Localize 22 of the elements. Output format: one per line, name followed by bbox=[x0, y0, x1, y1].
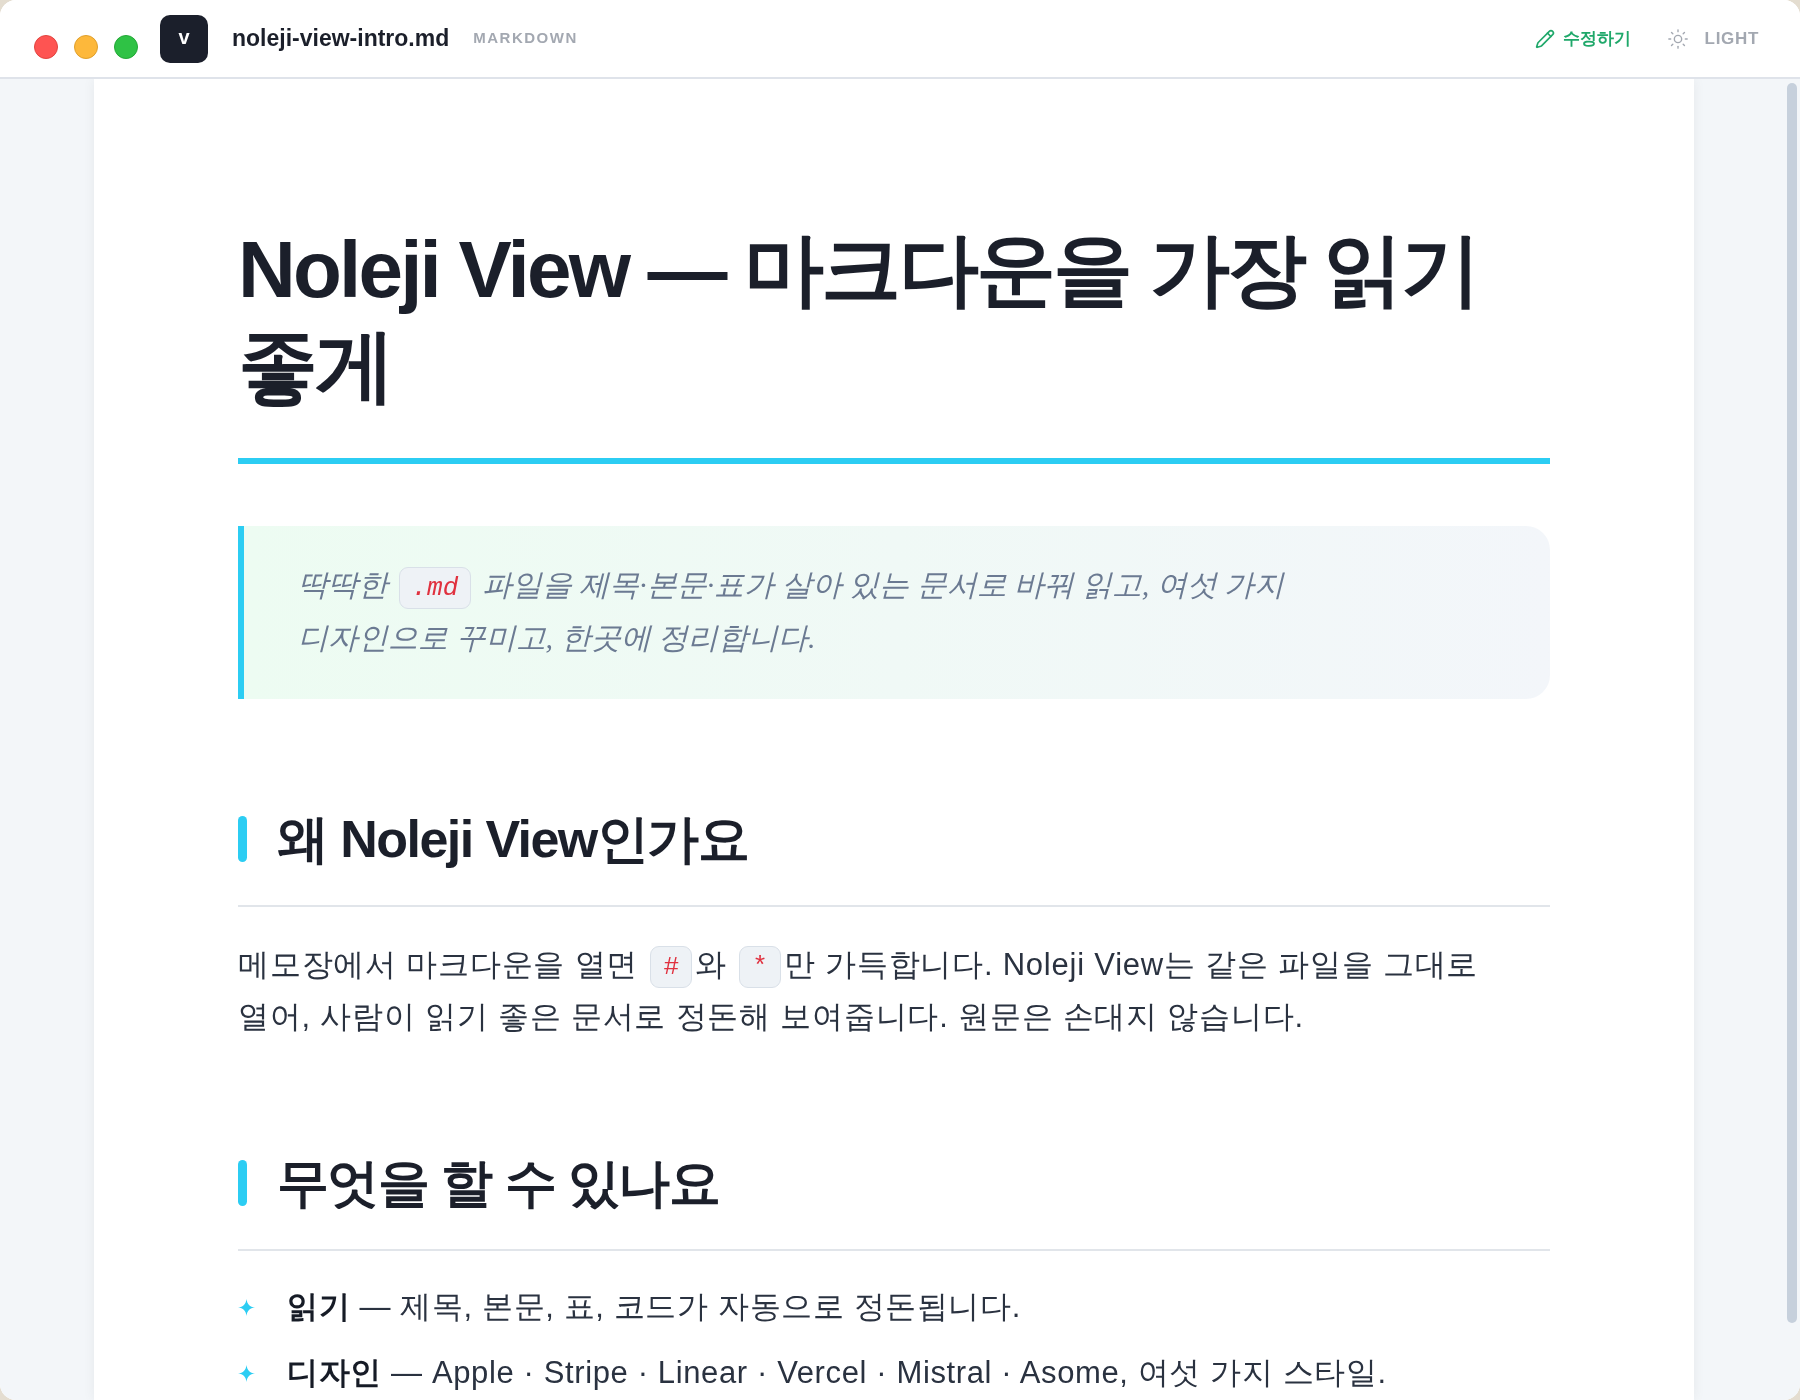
section-heading: 무엇을 할 수 있나요 bbox=[277, 1153, 720, 1214]
minimize-button[interactable] bbox=[74, 34, 98, 59]
file-name: noleji-view-intro.md bbox=[232, 24, 450, 54]
document-title: Noleji View — 마크다운을 가장 읽기 좋게 bbox=[238, 224, 1479, 412]
app-logo: v bbox=[160, 14, 208, 63]
pencil-icon bbox=[1534, 28, 1555, 49]
list-item-text: 읽기 — 제목, 본문, 표, 코드가 자동으로 정돈됩니다. bbox=[287, 1288, 1021, 1326]
theme-toggle-button[interactable]: LIGHT bbox=[1666, 25, 1759, 52]
edit-button[interactable]: 수정하기 bbox=[1534, 25, 1631, 52]
heading-accent-bar bbox=[238, 816, 247, 862]
body-paragraph: 메모장에서 마크다운을 열면 # 와 * 만 가득합니다. Noleji View는 같은 파일을 그대로 열어, 사람이 읽기 좋은 문서로 정돈해 보여줍니다. 원문은 손대지 않습니다. bbox=[238, 944, 1480, 1036]
callout-text: 딱딱한 .md 파일을 제목·본문·표가 살아 있는 문서로 바꿔 읽고, 여섯 가지 디자인으로 꾸미고, 한곳에 정리합니다. bbox=[298, 566, 1286, 656]
file-format-label: MARKDOWN bbox=[473, 28, 578, 49]
scrollbar-thumb[interactable] bbox=[1787, 83, 1797, 1323]
maximize-button[interactable] bbox=[114, 34, 138, 59]
sparkle-icon bbox=[238, 1299, 255, 1316]
sun-icon bbox=[1666, 27, 1689, 50]
sparkle-icon bbox=[238, 1365, 255, 1382]
section-heading: 왜 Noleji View인가요 bbox=[277, 809, 749, 870]
close-button[interactable] bbox=[34, 34, 58, 59]
heading-accent-bar bbox=[238, 1160, 247, 1206]
list-item-text: 디자인 — Apple · Stripe · Linear · Vercel · Mistral · Asome, 여섯 가지 스타일. bbox=[287, 1354, 1387, 1392]
